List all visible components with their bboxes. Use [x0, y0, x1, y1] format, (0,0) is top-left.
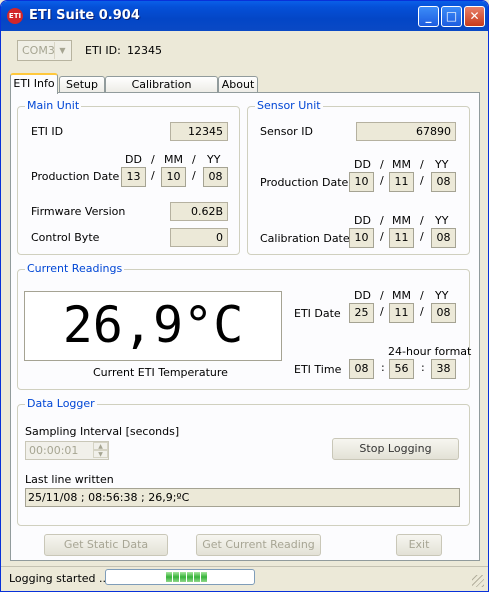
window-title: ETI Suite 0.904 [29, 8, 140, 23]
main-header-slash: / [192, 153, 196, 166]
sensor-yy-header: YY [435, 158, 449, 171]
hour-format-label: 24-hour format [388, 345, 472, 358]
eti-id-header-label: ETI ID: [85, 44, 121, 57]
cal-yy-header: YY [435, 214, 449, 227]
tab-about[interactable]: About [218, 76, 258, 93]
cal-header-slash: / [380, 214, 384, 227]
tab-setup[interactable]: Setup [59, 76, 105, 93]
sensor-id-field: 67890 [356, 122, 456, 141]
date-slash: / [192, 169, 196, 182]
stepper-down-icon[interactable]: ▼ [93, 450, 108, 458]
firmware-version-field: 0.62B [170, 202, 228, 221]
control-byte-field: 0 [170, 228, 228, 247]
main-prod-day-field: 13 [121, 167, 146, 187]
sampling-interval-value: 00:00:01 [29, 444, 79, 457]
com-port-value: COM3 [22, 44, 55, 57]
eti-id-header-value: 12345 [127, 44, 162, 57]
main-yy-header: YY [207, 153, 221, 166]
calibration-date-label: Calibration Date [260, 232, 350, 245]
main-eti-id-field: 12345 [170, 122, 228, 141]
date-slash: / [420, 174, 424, 187]
cal-mm-header: MM [392, 214, 411, 227]
date-slash: / [151, 169, 155, 182]
get-static-data-button[interactable]: Get Static Data [44, 534, 168, 556]
eti-time-second-field: 38 [431, 359, 456, 379]
eti-date-yy-header: YY [435, 289, 449, 302]
last-line-label: Last line written [25, 473, 114, 486]
temperature-caption: Current ETI Temperature [93, 366, 228, 379]
eti-date-header-slash: / [420, 289, 424, 302]
cal-dd-header: DD [354, 214, 371, 227]
stop-logging-button[interactable]: Stop Logging [332, 438, 459, 460]
sensor-unit-title: Sensor Unit [255, 99, 323, 112]
main-dd-header: DD [125, 153, 142, 166]
firmware-version-label: Firmware Version [31, 205, 126, 218]
eti-time-hour-field: 08 [349, 359, 374, 379]
eti-time-label: ETI Time [294, 363, 342, 376]
cal-month-field: 11 [389, 228, 414, 248]
close-button[interactable]: ✕ [464, 6, 485, 27]
sensor-mm-header: MM [392, 158, 411, 171]
com-port-select[interactable]: COM3 ▼ [17, 40, 72, 61]
eti-date-dd-header: DD [354, 289, 371, 302]
eti-date-mm-header: MM [392, 289, 411, 302]
tab-eti-info[interactable]: ETI Info [10, 73, 58, 94]
date-slash: / [420, 305, 424, 318]
temperature-display: 26,9°C [24, 291, 282, 361]
current-readings-title: Current Readings [25, 262, 125, 275]
sensor-prod-month-field: 11 [389, 172, 414, 192]
main-production-date-label: Production Date [31, 170, 120, 183]
date-slash: / [380, 305, 384, 318]
control-byte-label: Control Byte [31, 231, 100, 244]
last-line-field[interactable]: 25/11/08 ; 08:56:38 ; 26,9;ºC [25, 488, 460, 507]
title-bar[interactable]: ETI ETI Suite 0.904 _ □ ✕ [1, 1, 488, 31]
time-colon: : [421, 361, 425, 374]
maximize-button[interactable]: □ [441, 6, 462, 27]
app-window: ETI ETI Suite 0.904 _ □ ✕ COM3 ▼ ETI ID:… [0, 0, 489, 592]
sensor-prod-day-field: 10 [349, 172, 374, 192]
eti-time-minute-field: 56 [389, 359, 414, 379]
eti-date-year-field: 08 [431, 303, 456, 323]
eti-logo-icon: ETI [7, 8, 23, 24]
sensor-production-date-label: Production Date [260, 176, 349, 189]
chevron-down-icon[interactable]: ▼ [54, 42, 70, 59]
eti-date-day-field: 25 [349, 303, 374, 323]
status-text: Logging started ... [9, 572, 110, 585]
cal-day-field: 10 [349, 228, 374, 248]
stepper-up-icon[interactable]: ▲ [93, 442, 108, 450]
data-logger-group: Data Logger [17, 397, 470, 526]
minimize-button[interactable]: _ [418, 6, 439, 27]
tab-calibration-certificate[interactable]: Calibration Certificate [105, 76, 218, 107]
eti-date-month-field: 11 [389, 303, 414, 323]
sensor-header-slash: / [420, 158, 424, 171]
sensor-header-slash: / [380, 158, 384, 171]
resize-grip-icon[interactable] [472, 575, 484, 587]
date-slash: / [380, 230, 384, 243]
time-colon: : [381, 361, 385, 374]
sampling-interval-stepper[interactable]: 00:00:01 ▲ ▼ [25, 441, 109, 460]
data-logger-title: Data Logger [25, 397, 97, 410]
main-prod-year-field: 08 [203, 167, 228, 187]
date-slash: / [420, 230, 424, 243]
main-unit-title: Main Unit [25, 99, 82, 112]
main-eti-id-label: ETI ID [31, 125, 64, 138]
sampling-interval-label: Sampling Interval [seconds] [25, 425, 180, 438]
cal-header-slash: / [420, 214, 424, 227]
get-current-reading-button[interactable]: Get Current Reading [196, 534, 321, 556]
main-mm-header: MM [164, 153, 183, 166]
exit-button[interactable]: Exit [396, 534, 442, 556]
eti-date-header-slash: / [380, 289, 384, 302]
main-prod-month-field: 10 [161, 167, 186, 187]
logging-progress-bar [105, 569, 255, 585]
cal-year-field: 08 [431, 228, 456, 248]
sensor-id-label: Sensor ID [260, 125, 313, 138]
sensor-prod-year-field: 08 [431, 172, 456, 192]
main-header-slash: / [151, 153, 155, 166]
sensor-dd-header: DD [354, 158, 371, 171]
progress-fill [166, 572, 213, 582]
date-slash: / [380, 174, 384, 187]
eti-date-label: ETI Date [294, 307, 341, 320]
